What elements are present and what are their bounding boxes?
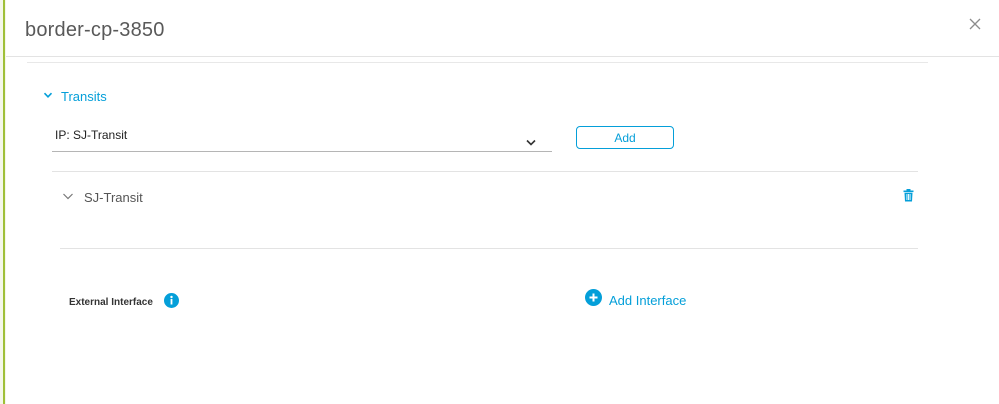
add-interface-label: Add Interface <box>609 292 687 308</box>
transit-select[interactable]: IP: SJ-Transit <box>52 122 552 152</box>
section-divider <box>60 248 918 249</box>
transit-item-name: SJ-Transit <box>84 189 143 205</box>
dialog-header: border-cp-3850 <box>6 0 999 57</box>
trash-icon[interactable] <box>903 189 914 207</box>
plus-circle-icon <box>585 289 602 311</box>
chevron-down-icon <box>43 87 53 105</box>
close-icon[interactable] <box>967 16 983 32</box>
section-divider <box>27 62 928 63</box>
chevron-down-icon <box>525 134 537 152</box>
add-interface-button[interactable]: Add Interface <box>585 289 686 311</box>
add-transit-button[interactable]: Add <box>576 126 674 149</box>
transits-section-label: Transits <box>61 88 107 104</box>
left-accent-line <box>3 0 5 404</box>
dialog-title: border-cp-3850 <box>25 19 165 41</box>
external-interface-label: External Interface <box>69 297 153 308</box>
section-divider <box>52 171 918 172</box>
chevron-down-icon <box>62 188 74 206</box>
transit-select-value: IP: SJ-Transit <box>55 128 128 142</box>
transit-item-toggle[interactable]: SJ-Transit <box>62 188 143 206</box>
transits-section-toggle[interactable]: Transits <box>43 87 107 105</box>
info-icon[interactable] <box>164 293 179 308</box>
